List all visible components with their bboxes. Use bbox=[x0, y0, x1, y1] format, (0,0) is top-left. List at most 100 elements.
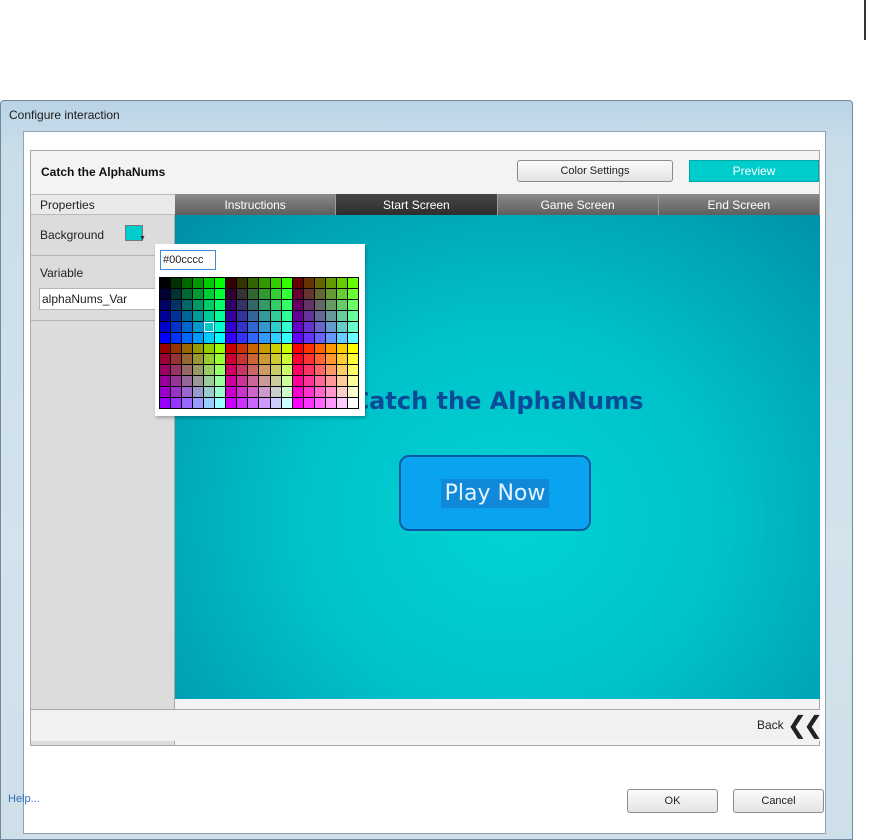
color-swatch[interactable] bbox=[248, 343, 259, 354]
color-swatch[interactable] bbox=[204, 365, 215, 376]
color-swatch[interactable] bbox=[270, 332, 281, 343]
color-swatch[interactable] bbox=[336, 321, 347, 332]
color-swatch[interactable] bbox=[325, 321, 336, 332]
color-swatch[interactable] bbox=[325, 332, 336, 343]
color-swatch[interactable] bbox=[171, 354, 182, 365]
color-swatch[interactable] bbox=[193, 398, 204, 408]
color-swatch[interactable] bbox=[215, 278, 226, 288]
color-swatch[interactable] bbox=[182, 310, 193, 321]
color-swatch[interactable] bbox=[171, 387, 182, 398]
color-swatch[interactable] bbox=[248, 398, 259, 408]
color-swatch[interactable] bbox=[303, 343, 314, 354]
color-swatch[interactable] bbox=[171, 365, 182, 376]
color-swatch[interactable] bbox=[160, 387, 171, 398]
color-swatch[interactable] bbox=[215, 321, 226, 332]
color-swatch[interactable] bbox=[226, 343, 237, 354]
color-swatch[interactable] bbox=[226, 354, 237, 365]
variable-input[interactable]: alphaNums_Var bbox=[39, 288, 167, 310]
color-settings-button[interactable]: Color Settings bbox=[517, 160, 673, 182]
color-swatch[interactable] bbox=[303, 288, 314, 299]
color-swatch[interactable] bbox=[314, 376, 325, 387]
color-swatch[interactable] bbox=[270, 321, 281, 332]
color-swatch[interactable] bbox=[325, 310, 336, 321]
color-swatch[interactable] bbox=[336, 398, 347, 408]
color-swatch[interactable] bbox=[160, 376, 171, 387]
color-swatch[interactable] bbox=[325, 365, 336, 376]
color-swatch[interactable] bbox=[182, 387, 193, 398]
color-swatch[interactable] bbox=[281, 288, 292, 299]
color-swatch[interactable] bbox=[347, 398, 358, 408]
color-swatch[interactable] bbox=[237, 278, 248, 288]
color-swatch[interactable] bbox=[314, 310, 325, 321]
color-swatch[interactable] bbox=[347, 387, 358, 398]
color-swatch[interactable] bbox=[204, 332, 215, 343]
color-swatch[interactable] bbox=[215, 365, 226, 376]
color-swatch[interactable] bbox=[182, 288, 193, 299]
color-swatch[interactable] bbox=[347, 278, 358, 288]
color-swatch[interactable] bbox=[314, 332, 325, 343]
color-swatch[interactable] bbox=[171, 343, 182, 354]
color-swatch[interactable] bbox=[259, 354, 270, 365]
color-swatch[interactable] bbox=[226, 332, 237, 343]
color-swatch[interactable] bbox=[193, 288, 204, 299]
color-swatch[interactable] bbox=[259, 343, 270, 354]
color-swatch[interactable] bbox=[292, 354, 303, 365]
color-swatch[interactable] bbox=[281, 365, 292, 376]
color-swatch[interactable] bbox=[171, 321, 182, 332]
color-swatch[interactable] bbox=[160, 332, 171, 343]
color-swatch[interactable] bbox=[336, 365, 347, 376]
color-swatch[interactable] bbox=[248, 376, 259, 387]
color-swatch[interactable] bbox=[237, 321, 248, 332]
color-swatch[interactable] bbox=[336, 332, 347, 343]
color-swatch[interactable] bbox=[292, 321, 303, 332]
color-swatch[interactable] bbox=[347, 288, 358, 299]
color-swatch[interactable] bbox=[237, 288, 248, 299]
color-swatch[interactable] bbox=[336, 376, 347, 387]
color-swatch[interactable] bbox=[292, 343, 303, 354]
color-swatch[interactable] bbox=[248, 354, 259, 365]
color-swatch[interactable] bbox=[292, 332, 303, 343]
color-swatch[interactable] bbox=[204, 288, 215, 299]
color-swatch[interactable] bbox=[347, 310, 358, 321]
color-swatch[interactable] bbox=[292, 278, 303, 288]
color-swatch[interactable] bbox=[281, 299, 292, 310]
color-swatch[interactable] bbox=[259, 278, 270, 288]
double-chevron-left-icon[interactable]: ❮❮ bbox=[787, 711, 823, 740]
color-swatch[interactable] bbox=[215, 354, 226, 365]
color-swatch[interactable] bbox=[314, 321, 325, 332]
color-swatch[interactable] bbox=[226, 365, 237, 376]
color-swatch[interactable] bbox=[336, 299, 347, 310]
color-swatch[interactable] bbox=[303, 321, 314, 332]
color-swatch[interactable] bbox=[215, 398, 226, 408]
color-swatch[interactable] bbox=[314, 299, 325, 310]
color-swatch[interactable] bbox=[226, 288, 237, 299]
color-swatch[interactable] bbox=[215, 332, 226, 343]
color-swatch[interactable] bbox=[193, 387, 204, 398]
preview-button[interactable]: Preview bbox=[689, 160, 819, 182]
color-swatch[interactable] bbox=[204, 310, 215, 321]
color-swatch[interactable] bbox=[314, 278, 325, 288]
color-swatch[interactable] bbox=[347, 299, 358, 310]
color-swatch[interactable] bbox=[248, 332, 259, 343]
color-swatch[interactable] bbox=[281, 376, 292, 387]
color-swatch[interactable] bbox=[303, 398, 314, 408]
color-swatch[interactable] bbox=[270, 387, 281, 398]
color-swatch[interactable] bbox=[171, 332, 182, 343]
color-swatch[interactable] bbox=[204, 354, 215, 365]
color-swatch[interactable] bbox=[193, 376, 204, 387]
color-swatch[interactable] bbox=[182, 321, 193, 332]
color-swatch[interactable] bbox=[347, 343, 358, 354]
color-swatch[interactable] bbox=[292, 387, 303, 398]
color-swatch[interactable] bbox=[226, 387, 237, 398]
tab-start-screen[interactable]: Start Screen bbox=[336, 194, 498, 215]
color-swatch[interactable] bbox=[314, 288, 325, 299]
color-swatch[interactable] bbox=[259, 365, 270, 376]
color-swatch[interactable] bbox=[314, 343, 325, 354]
color-swatch[interactable] bbox=[281, 343, 292, 354]
color-swatch[interactable] bbox=[281, 387, 292, 398]
color-swatch[interactable] bbox=[193, 321, 204, 332]
color-swatch[interactable] bbox=[281, 332, 292, 343]
color-swatch[interactable] bbox=[325, 288, 336, 299]
color-swatch[interactable] bbox=[292, 288, 303, 299]
color-swatch[interactable] bbox=[248, 310, 259, 321]
